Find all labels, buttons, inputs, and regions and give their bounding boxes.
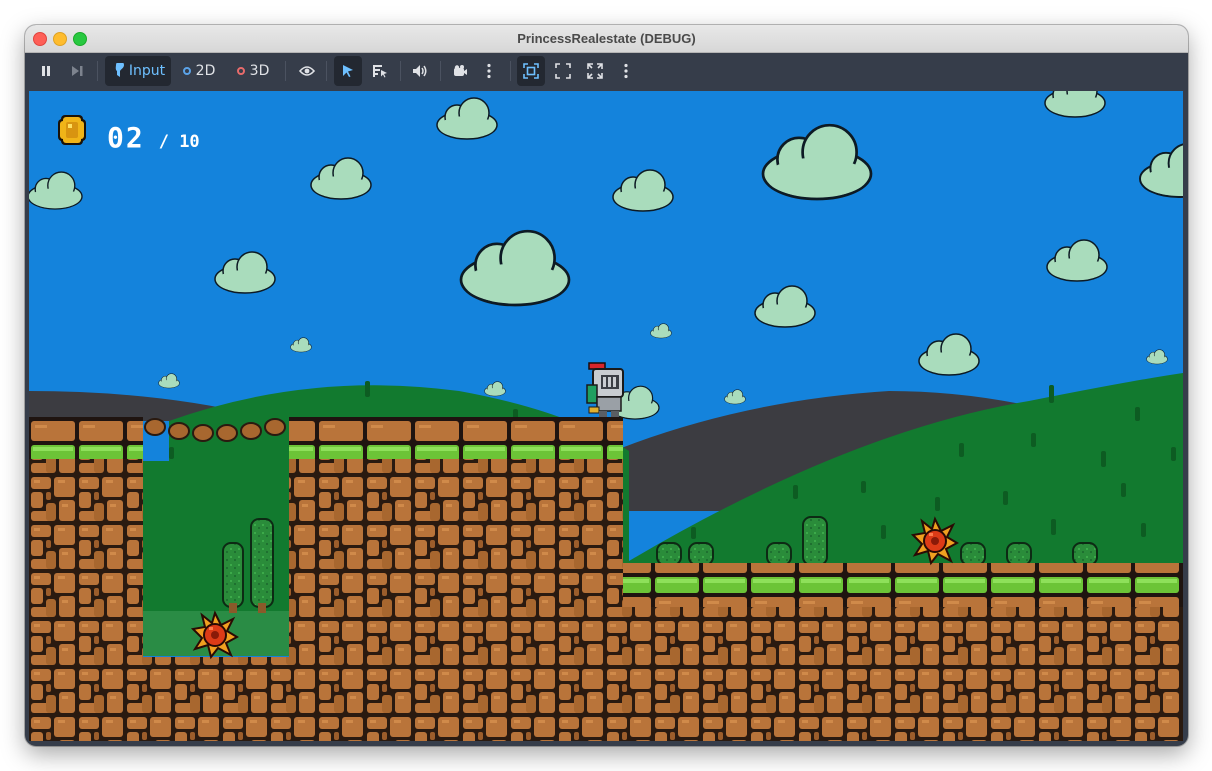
bush bbox=[656, 542, 682, 566]
step-forward-icon bbox=[72, 66, 83, 76]
coin-hud: 02 / 10 bbox=[55, 113, 200, 154]
toolbar-separator bbox=[326, 61, 327, 81]
bush bbox=[1006, 542, 1032, 566]
keep-aspect-button[interactable] bbox=[549, 56, 577, 86]
toolbar-separator bbox=[97, 61, 98, 81]
mode-3d-button[interactable]: 3D bbox=[231, 56, 275, 86]
3d-dot-icon bbox=[236, 67, 245, 75]
eye-icon bbox=[299, 66, 315, 76]
kebab-menu-icon bbox=[624, 63, 628, 79]
embed-game-button[interactable] bbox=[517, 56, 545, 86]
speaker-icon bbox=[413, 65, 427, 77]
view-menu-button[interactable] bbox=[615, 56, 637, 86]
mode-2d-label: 2D bbox=[195, 63, 216, 79]
title-bar: PrincessRealestate (DEBUG) bbox=[25, 25, 1188, 53]
coins-collected: 02 bbox=[107, 121, 145, 154]
pause-button[interactable] bbox=[32, 56, 60, 86]
dirt-block bbox=[29, 459, 143, 659]
select-tool-button[interactable] bbox=[334, 56, 362, 86]
game-viewport[interactable]: 02 / 10 bbox=[29, 91, 1183, 741]
grass-platform bbox=[29, 417, 143, 459]
pit-tree bbox=[250, 518, 274, 613]
pause-icon bbox=[42, 66, 50, 76]
bush bbox=[688, 542, 714, 566]
cursor-arrow-icon bbox=[343, 65, 353, 77]
step-frame-button[interactable] bbox=[63, 56, 91, 86]
toolbar-separator bbox=[400, 61, 401, 81]
app-window: PrincessRealestate (DEBUG) Input 2D 3D 0… bbox=[25, 25, 1188, 746]
camera-override-icon bbox=[454, 65, 467, 76]
input-mode-label: Input bbox=[128, 63, 166, 79]
game-scene bbox=[29, 91, 1183, 741]
dirt-block bbox=[623, 607, 1183, 659]
input-mode-button[interactable]: Input bbox=[105, 56, 171, 86]
coins-total: / 10 bbox=[158, 132, 200, 152]
keep-aspect-icon bbox=[555, 63, 571, 79]
stretch-icon bbox=[587, 63, 603, 79]
cloud bbox=[1044, 91, 1106, 118]
bush bbox=[802, 516, 828, 566]
list-select-button[interactable] bbox=[366, 56, 394, 86]
audio-button[interactable] bbox=[406, 56, 434, 86]
toolbar-separator bbox=[510, 61, 511, 81]
camera-override-button[interactable] bbox=[446, 56, 474, 86]
visibility-button[interactable] bbox=[293, 56, 321, 86]
kebab-menu-icon bbox=[487, 63, 491, 79]
input-icon bbox=[115, 63, 124, 77]
coin-icon bbox=[58, 115, 86, 145]
dirt-floor bbox=[29, 657, 1183, 741]
grass-platform bbox=[623, 563, 1183, 607]
list-select-icon bbox=[373, 65, 387, 78]
bush bbox=[766, 542, 792, 566]
grass-platform bbox=[289, 417, 623, 459]
toolbar-separator bbox=[285, 61, 286, 81]
camera-menu-button[interactable] bbox=[478, 56, 500, 86]
debug-toolbar: Input 2D 3D bbox=[25, 53, 1188, 90]
bush bbox=[1072, 542, 1098, 566]
stretch-button[interactable] bbox=[581, 56, 609, 86]
knight-player bbox=[586, 362, 624, 417]
mode-2d-button[interactable]: 2D bbox=[177, 56, 221, 86]
embed-game-icon bbox=[523, 63, 539, 79]
dirt-block bbox=[289, 459, 623, 659]
bush bbox=[960, 542, 986, 566]
toolbar-separator bbox=[440, 61, 441, 81]
2d-dot-icon bbox=[182, 67, 191, 75]
mode-3d-label: 3D bbox=[249, 63, 270, 79]
window-title: PrincessRealestate (DEBUG) bbox=[517, 31, 696, 46]
pit-tree bbox=[222, 542, 244, 613]
